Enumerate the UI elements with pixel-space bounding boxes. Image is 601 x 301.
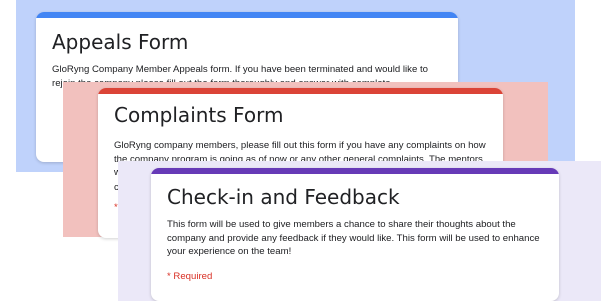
screen: Appeals Form GloRyng Company Member Appe… xyxy=(0,0,601,301)
checkin-form-title: Check-in and Feedback xyxy=(167,185,400,209)
checkin-form-accent-bar xyxy=(151,168,559,174)
complaints-form-accent-bar xyxy=(98,88,503,94)
checkin-required-note: * Required xyxy=(167,271,213,282)
checkin-form-card[interactable]: Check-in and Feedback This form will be … xyxy=(151,168,559,301)
appeals-form-accent-bar xyxy=(36,12,458,18)
checkin-form-description: This form will be used to give members a… xyxy=(167,219,540,258)
complaints-form-title: Complaints Form xyxy=(114,103,284,127)
appeals-form-title: Appeals Form xyxy=(52,30,189,54)
